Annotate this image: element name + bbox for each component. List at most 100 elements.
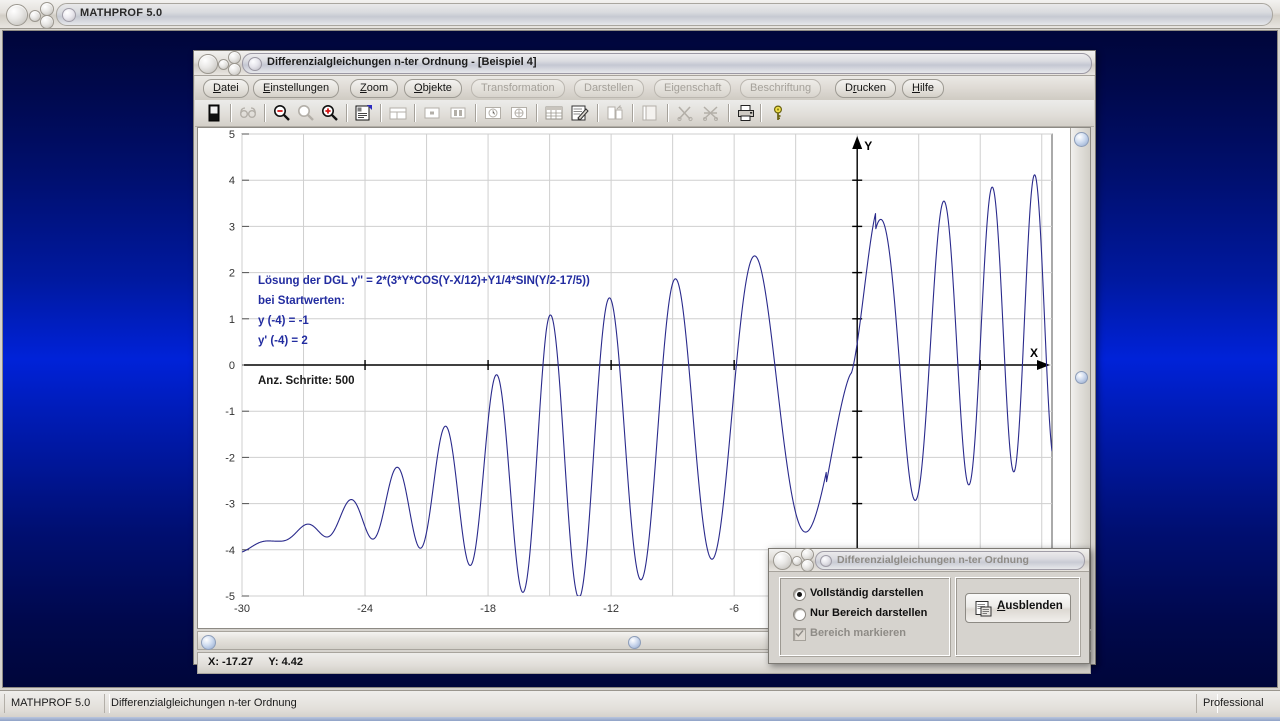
scroll-left-button[interactable]: [201, 635, 216, 650]
menu-bar: Datei Einstellungen Zoom Objekte Transfo…: [195, 76, 1094, 101]
svg-text:Y: Y: [864, 139, 872, 153]
radio-label-vollstaendig: Vollständig darstellen: [810, 587, 924, 599]
properties-icon[interactable]: [353, 102, 375, 124]
svg-text:-5: -5: [225, 591, 235, 603]
plot-window-icon: [248, 57, 262, 71]
app-statusbar: MATHPROF 5.0 Differenzialgleichungen n-t…: [0, 690, 1280, 721]
plot-window-title-tab: Differenzialgleichungen n-ter Ordnung - …: [242, 53, 1092, 74]
svg-text:0: 0: [229, 360, 235, 372]
svg-text:2: 2: [229, 268, 235, 280]
cut-all-icon: [700, 102, 722, 124]
menu-item-transformation: Transformation: [471, 79, 565, 98]
options-dialog: Differenzialgleichungen n-ter Ordnung Vo…: [768, 548, 1090, 664]
menu-item-datei[interactable]: Datei: [203, 79, 249, 98]
horizontal-scroll-thumb[interactable]: [628, 636, 641, 649]
menu-item-darstellen: Darstellen: [574, 79, 644, 98]
radio-button-unselected[interactable]: [793, 608, 806, 621]
toolbar-sep-6: [475, 104, 477, 122]
dialog-restore-orb[interactable]: [801, 559, 814, 572]
toolbar: [195, 100, 1094, 127]
window-close-orb[interactable]: [198, 54, 218, 74]
screen: MATHPROF 5.0 MATHPROF 5.0 Differenzialgl…: [0, 0, 1280, 721]
module-icon[interactable]: [203, 102, 225, 124]
menu-item-objekte[interactable]: Objekte: [404, 79, 462, 98]
checkbox-box-checked: [793, 628, 806, 641]
svg-text:-2: -2: [225, 452, 235, 464]
dialog-window-controls[interactable]: [773, 548, 817, 572]
dialog-close-orb[interactable]: [773, 551, 792, 570]
zoom-reset-icon: [295, 102, 317, 124]
scroll-up-button[interactable]: [1074, 132, 1089, 147]
menu-item-hilfe[interactable]: Hilfe: [902, 79, 945, 98]
toolbar-sep-2: [264, 104, 266, 122]
app-maximize-orb[interactable]: [40, 2, 54, 16]
plot-window-controls[interactable]: [198, 51, 242, 76]
menu-item-einstellungen[interactable]: Einstellungen: [253, 79, 340, 98]
app-title-tab: MATHPROF 5.0: [56, 3, 1273, 26]
two-columns-icon: [447, 102, 469, 124]
toolbar-sep-9: [632, 104, 634, 122]
toolbar-sep-5: [414, 104, 416, 122]
menu-item-eigenschaft: Eigenschaft: [654, 79, 732, 98]
annotation-steps: Anz. Schritte: 500: [258, 375, 355, 387]
statusbar-edition: Professional: [1196, 694, 1280, 713]
app-close-orb[interactable]: [6, 4, 28, 26]
target-icon: [508, 102, 530, 124]
copy-page-icon: [604, 102, 626, 124]
layout-panels-icon: [387, 102, 409, 124]
toolbar-sep-4: [380, 104, 382, 122]
app-window-controls[interactable]: [6, 2, 54, 29]
zoom-out-icon[interactable]: [271, 102, 293, 124]
ausblenden-button-label: Ausblenden: [997, 600, 1063, 612]
statusbar-module: Differenzialgleichungen n-ter Ordnung: [104, 694, 1218, 713]
window-restore-orb[interactable]: [228, 63, 241, 76]
annotation-startvalues-label: bei Startwerten:: [258, 295, 345, 307]
svg-text:-24: -24: [357, 603, 373, 615]
zoom-in-icon[interactable]: [319, 102, 341, 124]
dialog-title: Differenzialgleichungen n-ter Ordnung: [837, 554, 1029, 566]
app-restore-orb[interactable]: [40, 15, 54, 29]
svg-text:5: 5: [229, 129, 235, 141]
glasses-icon: [237, 102, 259, 124]
svg-text:-3: -3: [225, 499, 235, 511]
vertical-scroll-thumb[interactable]: [1075, 371, 1088, 384]
hide-window-icon: [975, 601, 992, 617]
menu-item-beschriftung: Beschriftung: [740, 79, 822, 98]
svg-text:-4: -4: [225, 545, 235, 557]
radio-button-selected[interactable]: [793, 588, 806, 601]
menu-item-drucken[interactable]: Drucken: [835, 79, 896, 98]
help-key-icon[interactable]: [767, 102, 789, 124]
app-titlebar: MATHPROF 5.0: [0, 0, 1280, 29]
toolbar-sep-1: [230, 104, 232, 122]
statusbar-product: MATHPROF 5.0: [4, 694, 110, 713]
clock-icon: [482, 102, 504, 124]
single-cell-icon: [421, 102, 443, 124]
annotation-yp0: y' (-4) = 2: [258, 335, 308, 347]
menu-item-zoom[interactable]: Zoom: [350, 79, 399, 98]
app-title: MATHPROF 5.0: [80, 7, 163, 19]
svg-text:4: 4: [229, 175, 235, 187]
cut-icon: [674, 102, 696, 124]
toolbar-sep-10: [667, 104, 669, 122]
svg-text:3: 3: [229, 221, 235, 233]
toolbar-sep-11: [728, 104, 730, 122]
ausblenden-button[interactable]: Ausblenden: [965, 593, 1071, 623]
svg-text:-12: -12: [603, 603, 619, 615]
svg-text:-18: -18: [480, 603, 496, 615]
plot-window-titlebar: Differenzialgleichungen n-ter Ordnung - …: [194, 51, 1095, 76]
annotation-y0: y (-4) = -1: [258, 315, 309, 327]
svg-text:1: 1: [229, 314, 235, 326]
plot-window-title: Differenzialgleichungen n-ter Ordnung - …: [267, 56, 537, 68]
toolbar-sep-8: [597, 104, 599, 122]
sheet-pencil-icon[interactable]: [569, 102, 591, 124]
statusbar-accent-line: [0, 717, 1280, 721]
dialog-icon: [820, 555, 832, 567]
checkbox-label-bereich-markieren: Bereich markieren: [810, 627, 906, 639]
svg-text:-6: -6: [729, 603, 739, 615]
svg-text:-30: -30: [234, 603, 250, 615]
table-icon: [543, 102, 565, 124]
dialog-titlebar: Differenzialgleichungen n-ter Ordnung: [769, 548, 1089, 572]
toolbar-sep-12: [760, 104, 762, 122]
printer-icon[interactable]: [735, 102, 757, 124]
coordinate-readout: X: -17.27 Y: 4.42: [208, 656, 303, 668]
